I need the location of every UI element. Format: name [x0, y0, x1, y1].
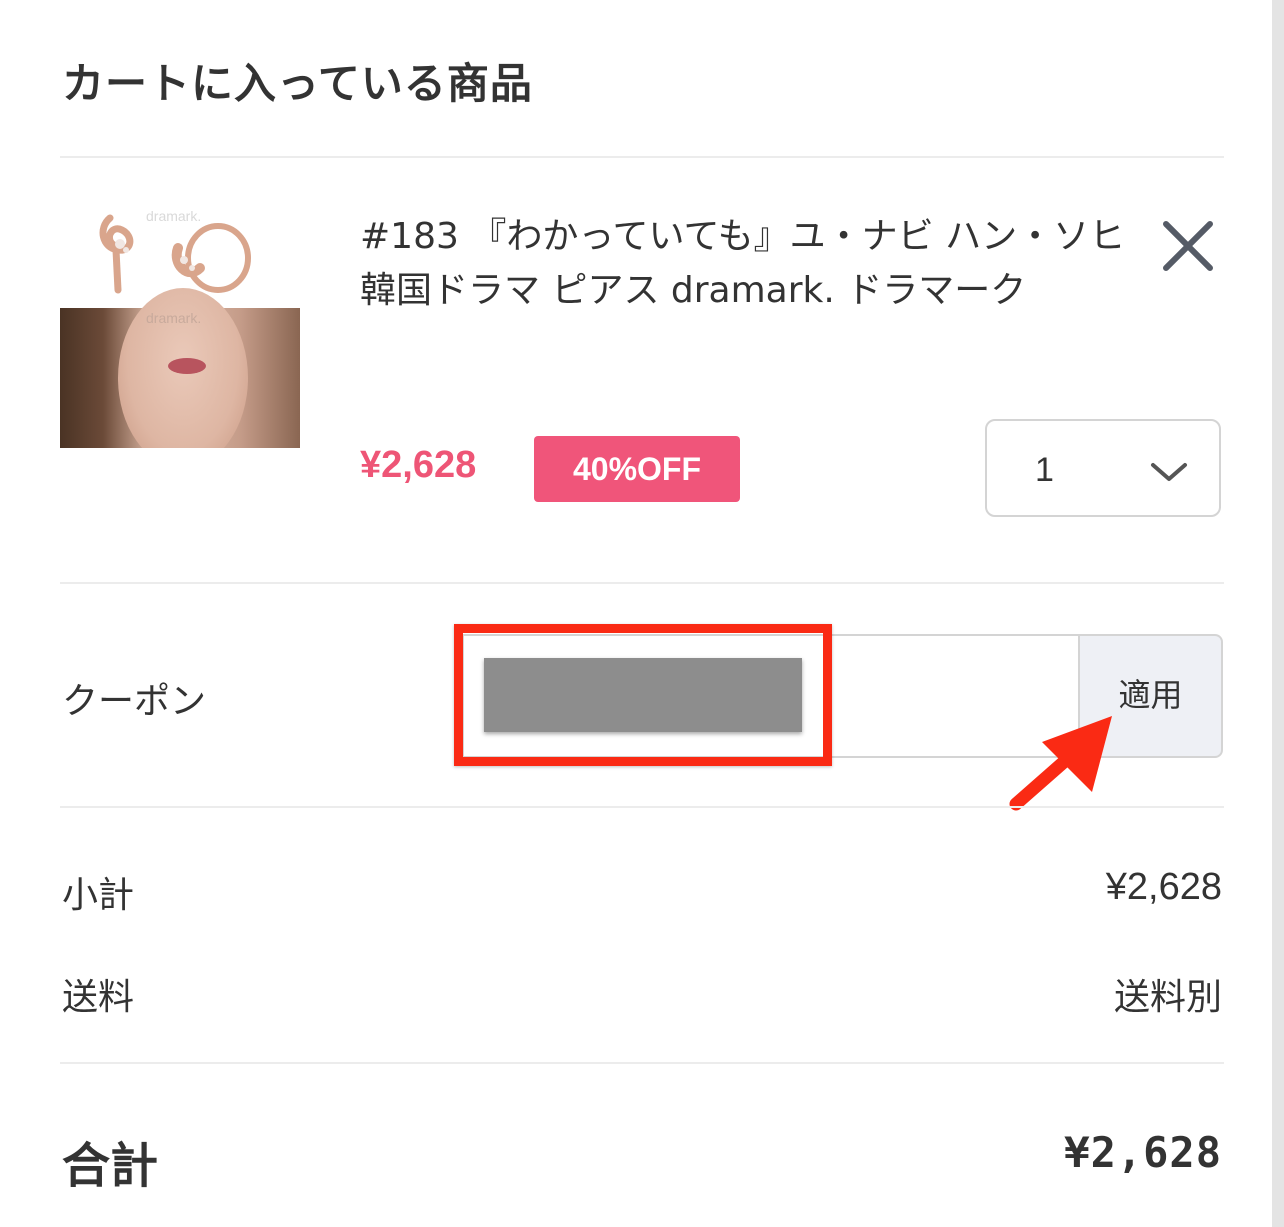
- total-value: ¥2,628: [1064, 1128, 1222, 1177]
- cart-page: カートに入っている商品 dramark. dramark. #183 『わかって…: [0, 0, 1284, 1227]
- discount-badge: 40%OFF: [534, 436, 740, 502]
- scrollbar-track[interactable]: [1264, 0, 1284, 1227]
- annotation-arrow-icon: [1009, 716, 1112, 811]
- product-image[interactable]: dramark. dramark.: [60, 188, 300, 448]
- remove-item-button[interactable]: [1158, 216, 1218, 276]
- image-watermark: dramark.: [146, 310, 202, 326]
- divider: [60, 582, 1224, 584]
- subtotal-value: ¥2,628: [1105, 866, 1222, 908]
- coupon-label: クーポン: [62, 681, 207, 722]
- model-lips: [168, 358, 206, 374]
- total-label: 合計: [62, 1138, 159, 1194]
- chevron-down-icon: [1151, 463, 1187, 481]
- close-icon: [1163, 221, 1213, 271]
- image-watermark: dramark.: [146, 208, 202, 224]
- shipping-label: 送料: [62, 977, 135, 1018]
- quantity-select[interactable]: 1: [985, 419, 1221, 517]
- divider: [60, 156, 1224, 158]
- subtotal-label: 小計: [62, 875, 135, 916]
- divider: [60, 806, 1224, 808]
- product-photo-model: dramark.: [60, 288, 300, 448]
- item-price: ¥2,628: [360, 444, 477, 486]
- annotation-highlight-box: [454, 624, 832, 766]
- page-title: カートに入っている商品: [62, 59, 533, 108]
- divider: [60, 1062, 1224, 1064]
- product-name[interactable]: #183 『わかっていても』ユ・ナビ ハン・ソヒ 韓国ドラマ ピアス drama…: [360, 210, 1140, 318]
- quantity-value: 1: [1035, 451, 1054, 489]
- shipping-value: 送料別: [1113, 977, 1222, 1018]
